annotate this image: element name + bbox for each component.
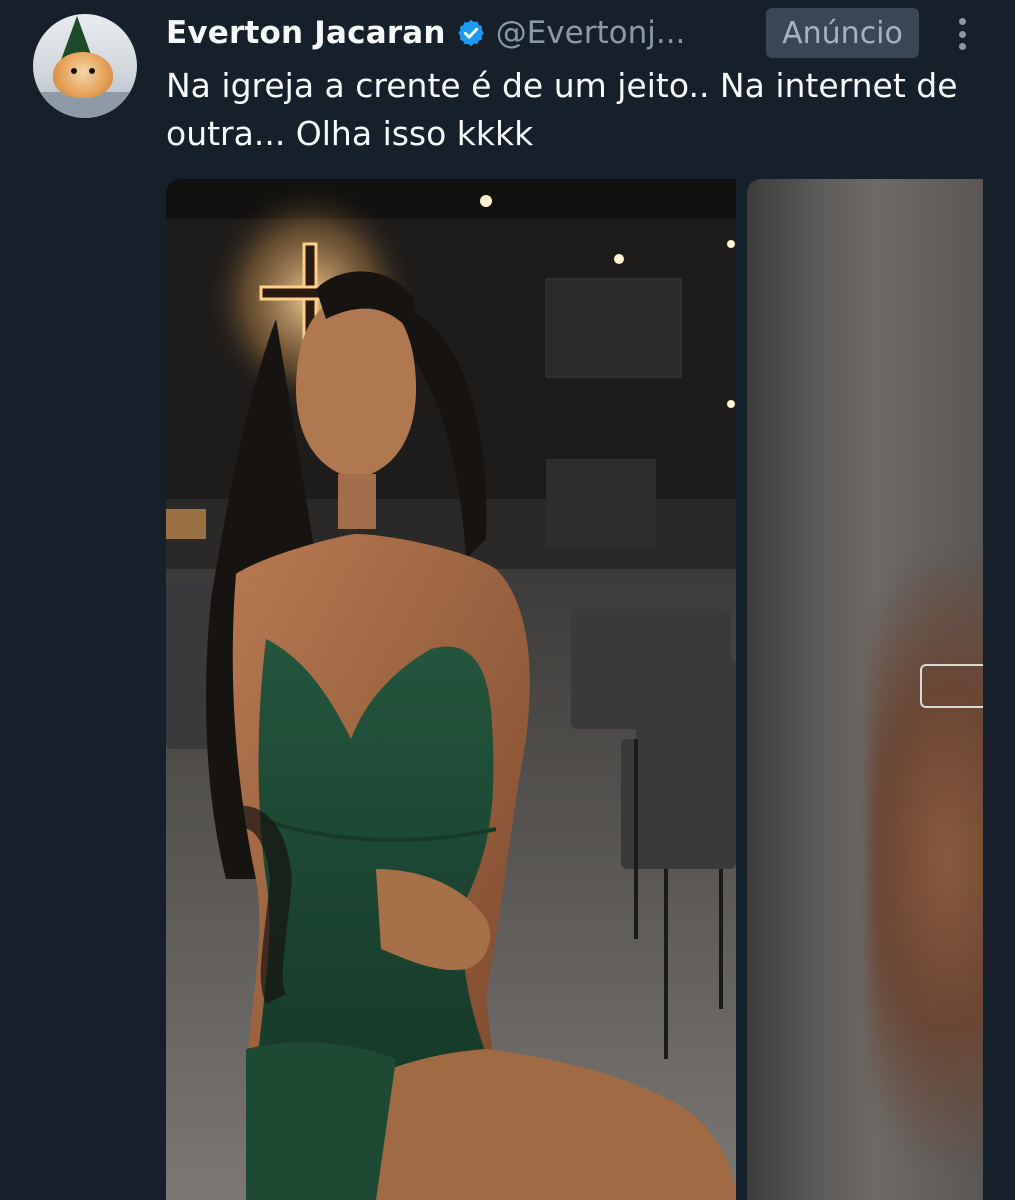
media-image-1-illustration	[166, 179, 736, 1200]
ad-badge: Anúncio	[766, 8, 919, 58]
media-image-2-blurred-content	[867, 559, 983, 1159]
tweet-header: Everton Jacaran @Evertonj...	[166, 10, 685, 56]
verified-badge-icon	[457, 19, 484, 47]
media-image-2[interactable]	[747, 179, 983, 1200]
avatar-dog-shape	[53, 52, 113, 98]
author-avatar[interactable]	[33, 14, 137, 118]
media-image-1[interactable]	[166, 179, 736, 1200]
author-name[interactable]: Everton Jacaran	[166, 15, 446, 51]
tweet-text: Na igreja a crente é de um jeito.. Na in…	[166, 66, 958, 153]
sensitive-content-view-button[interactable]	[920, 664, 983, 708]
author-handle[interactable]: @Evertonj...	[496, 15, 686, 51]
more-options-icon[interactable]	[946, 14, 978, 54]
